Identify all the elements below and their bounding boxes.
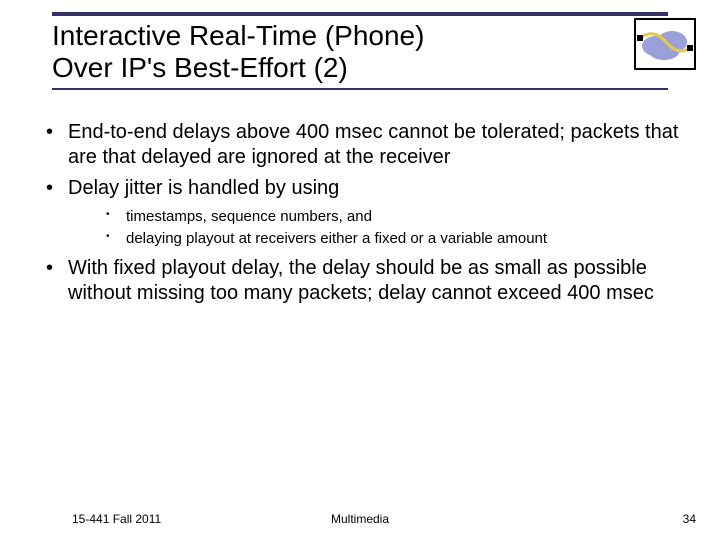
footer-page-number: 34 (683, 512, 696, 526)
bullet-text: With fixed playout delay, the delay shou… (68, 257, 654, 304)
footer-center: Multimedia (0, 512, 720, 526)
bullet-item: End-to-end delays above 400 msec cannot … (40, 120, 680, 170)
slide: Interactive Real-Time (Phone) Over IP's … (0, 0, 720, 540)
sub-bullet-text: timestamps, sequence numbers, and (126, 208, 372, 225)
body-content: End-to-end delays above 400 msec cannot … (40, 120, 680, 312)
sub-bullet-list: timestamps, sequence numbers, and delayi… (106, 207, 680, 250)
title-rule-top (52, 12, 668, 16)
bullet-text: Delay jitter is handled by using (68, 177, 339, 199)
slide-title: Interactive Real-Time (Phone) Over IP's … (52, 20, 668, 84)
network-cloud-icon (634, 18, 696, 70)
title-line-1: Interactive Real-Time (Phone) (52, 20, 424, 51)
bullet-list: End-to-end delays above 400 msec cannot … (40, 120, 680, 306)
sub-bullet-item: timestamps, sequence numbers, and (106, 207, 680, 227)
bullet-text: End-to-end delays above 400 msec cannot … (68, 121, 678, 168)
sub-bullet-item: delaying playout at receivers either a f… (106, 229, 680, 249)
title-block: Interactive Real-Time (Phone) Over IP's … (52, 12, 668, 90)
bullet-item: Delay jitter is handled by using timesta… (40, 176, 680, 250)
title-rule-bottom (52, 88, 668, 90)
sub-bullet-text: delaying playout at receivers either a f… (126, 230, 547, 247)
bullet-item: With fixed playout delay, the delay shou… (40, 256, 680, 306)
title-line-2: Over IP's Best-Effort (2) (52, 52, 348, 83)
